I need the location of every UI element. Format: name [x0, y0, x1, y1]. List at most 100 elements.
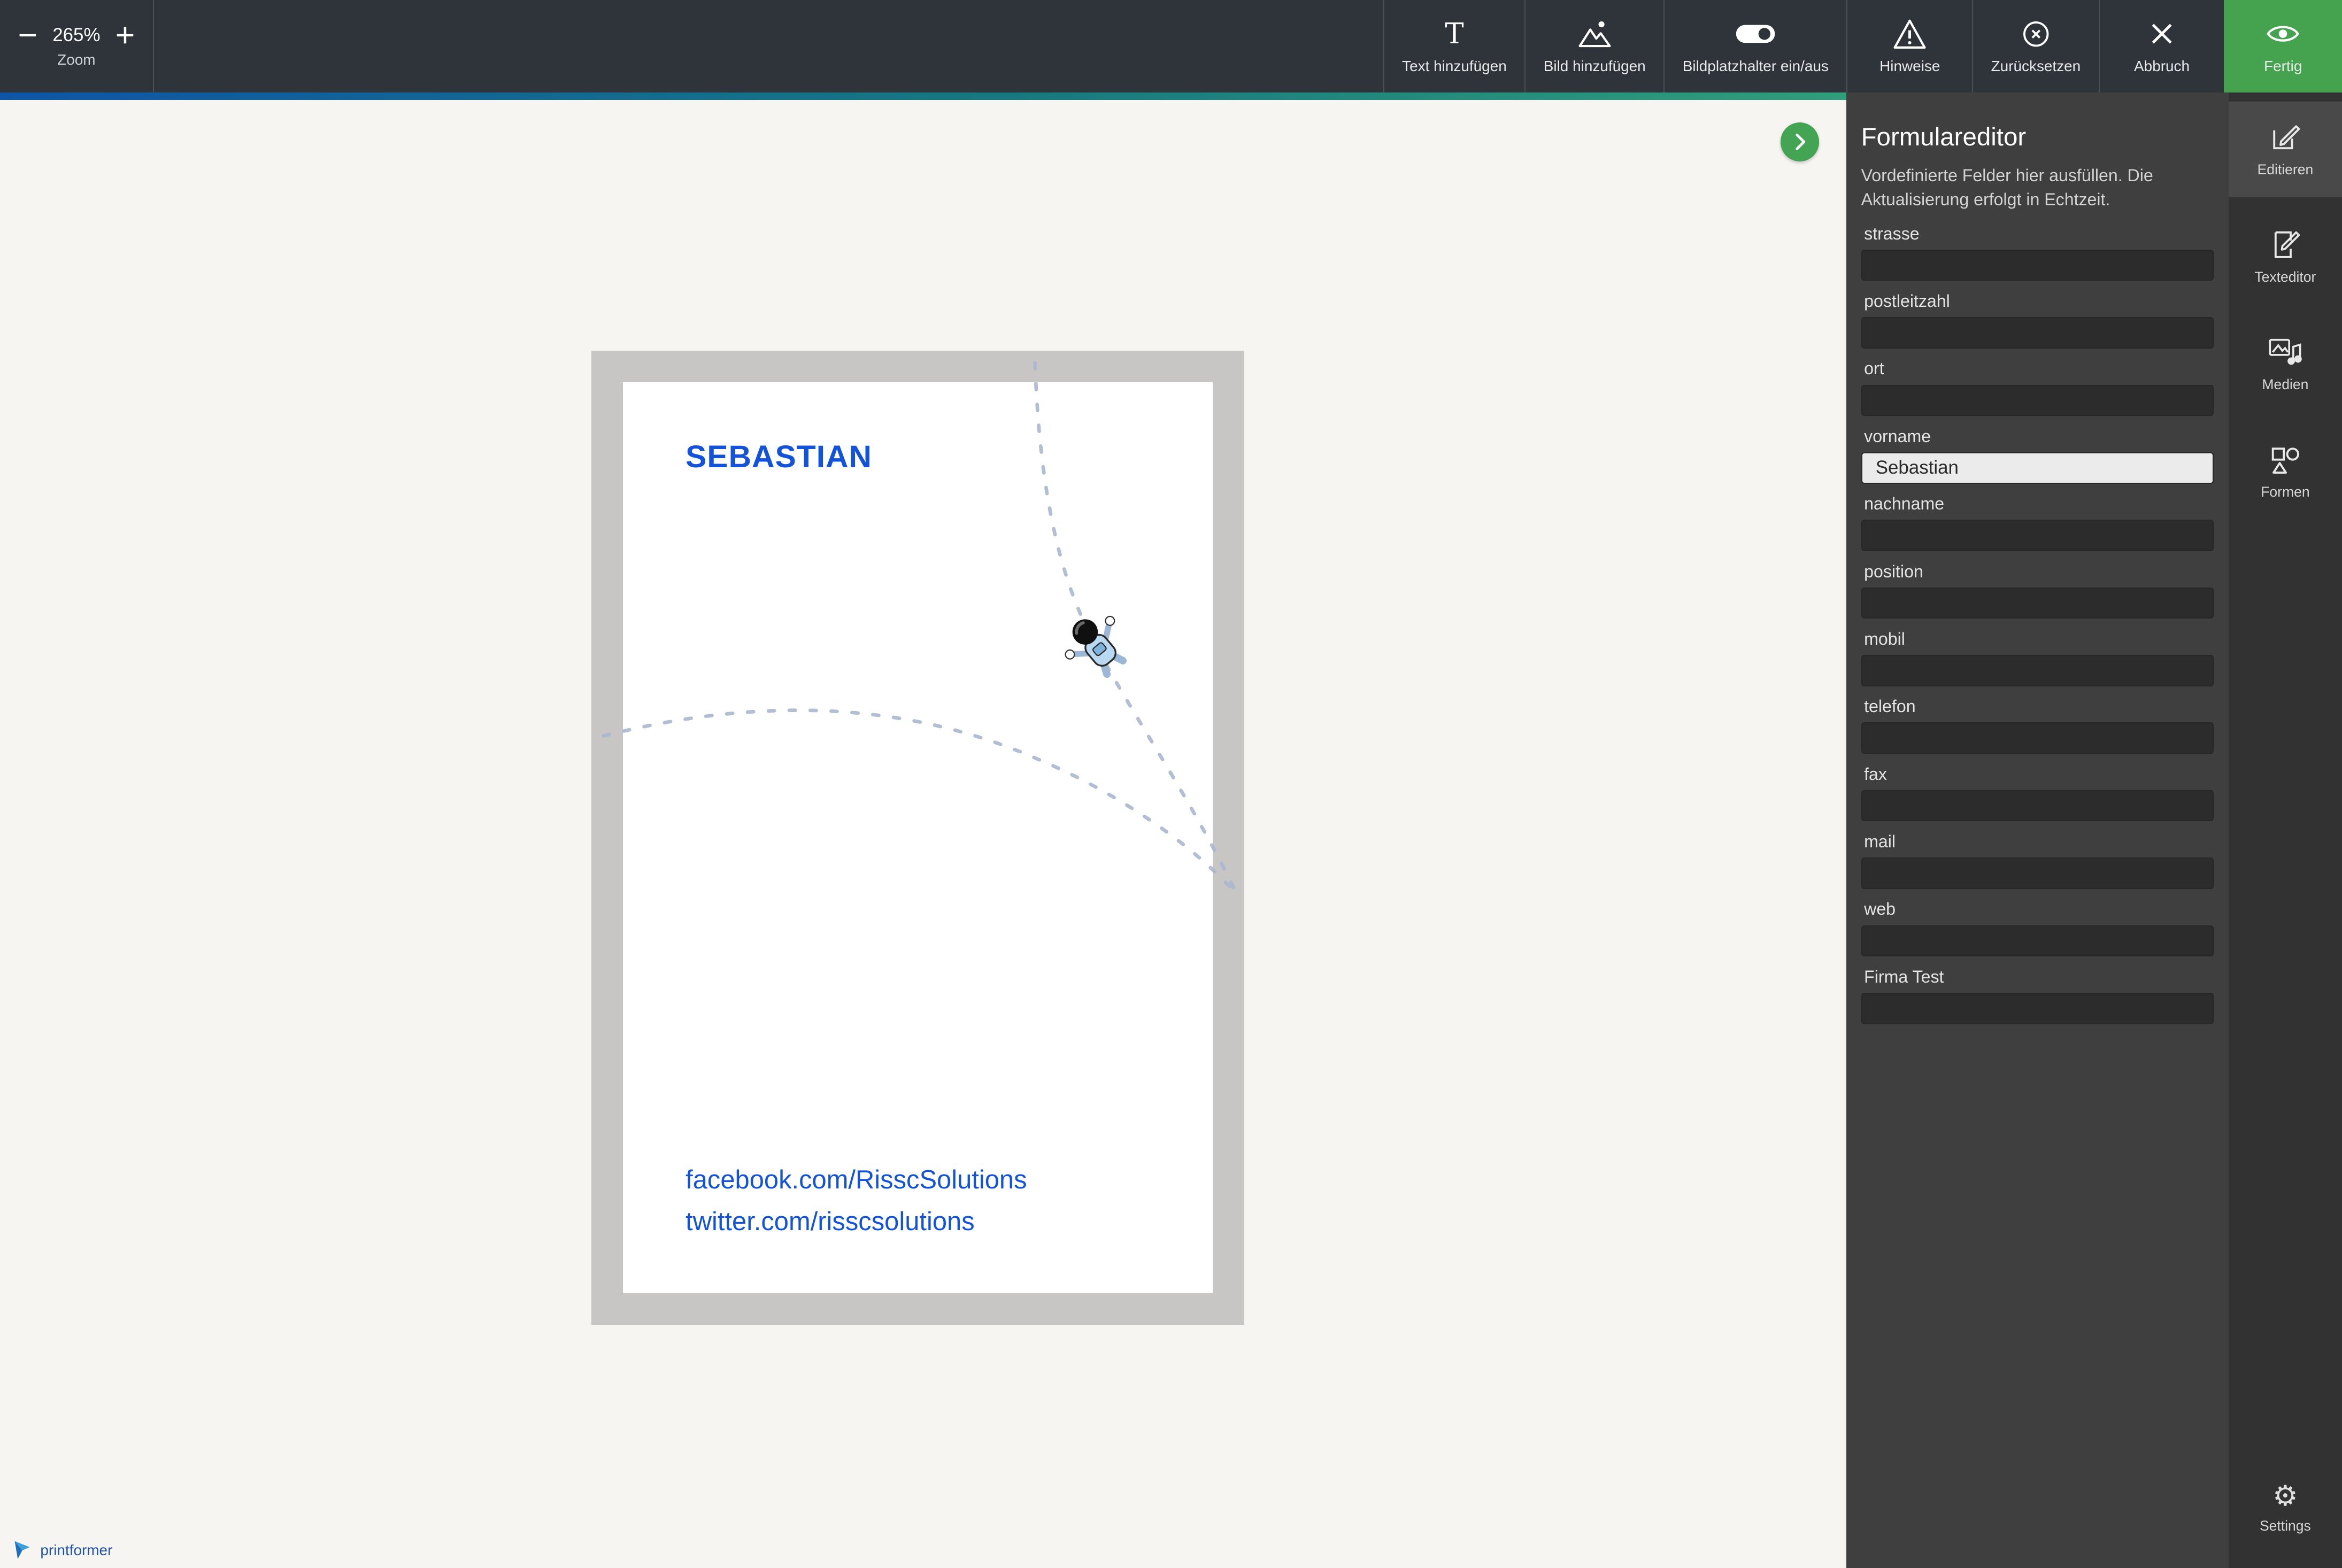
field-label: vorname	[1864, 426, 1931, 446]
business-card-bleed[interactable]: SEBASTIAN facebook.com/RisscSolutions tw…	[591, 351, 1244, 1325]
right-sidebar: Editieren Texteditor Medien Formen ⚙ Set…	[2228, 92, 2342, 1568]
add-image-button[interactable]: Bild hinzufügen	[1524, 0, 1663, 93]
card-social-links: facebook.com/RisscSolutions twitter.com/…	[685, 1159, 1027, 1242]
field-label: nachname	[1864, 494, 1945, 514]
field-input[interactable]	[1861, 722, 2214, 754]
zoom-controls: 265% Zoom	[0, 0, 154, 93]
text-icon: T	[1445, 17, 1464, 51]
field-label: Firma Test	[1864, 967, 1944, 986]
field-label: position	[1864, 561, 1923, 581]
printformer-logo[interactable]: printformer	[12, 1540, 112, 1561]
field-label: mail	[1864, 832, 1896, 852]
field-label: mobil	[1864, 629, 1905, 648]
abort-label: Abbruch	[2134, 58, 2190, 75]
business-card[interactable]: SEBASTIAN facebook.com/RisscSolutions tw…	[622, 382, 1213, 1294]
done-button[interactable]: Fertig	[2224, 0, 2342, 93]
field-label: ort	[1864, 359, 1884, 379]
media-icon	[2269, 339, 2302, 365]
placeholder-toggle-label: Bildplatzhalter ein/aus	[1682, 58, 1829, 75]
field-input[interactable]	[1861, 249, 2214, 281]
warning-triangle-icon	[1892, 18, 1928, 50]
top-toolbar: 265% Zoom T Text hinzufügen Bild hinzufü…	[0, 0, 2342, 93]
add-image-label: Bild hinzufügen	[1543, 58, 1646, 75]
chevron-right-icon	[1796, 133, 1805, 150]
app-root: 265% Zoom T Text hinzufügen Bild hinzufü…	[0, 0, 2342, 1568]
form-field: vorname	[1861, 427, 2214, 484]
add-text-button[interactable]: T Text hinzufügen	[1383, 0, 1525, 93]
field-label: strasse	[1864, 223, 1920, 243]
hints-label: Hinweise	[1879, 58, 1940, 75]
field-input[interactable]	[1861, 790, 2214, 822]
plus-icon	[117, 27, 133, 44]
zoom-in-button[interactable]	[114, 24, 136, 47]
placeholder-toggle-button[interactable]: Bildplatzhalter ein/aus	[1663, 0, 1846, 93]
panel-collapse-button[interactable]	[1780, 122, 1820, 161]
printformer-text: printformer	[40, 1541, 113, 1558]
card-facebook-text[interactable]: facebook.com/RisscSolutions	[685, 1159, 1027, 1201]
form-field: position	[1861, 562, 2214, 619]
design-canvas: SEBASTIAN facebook.com/RisscSolutions tw…	[0, 100, 1846, 1568]
form-fields: strasse postleitzahl ort vorname Sebasti…	[1861, 224, 2214, 1024]
field-input[interactable]	[1861, 587, 2214, 619]
edit-pencil-icon	[2273, 125, 2300, 150]
gear-icon: ⚙	[2272, 1480, 2298, 1512]
sidebar-item-texteditor[interactable]: Texteditor	[2229, 209, 2342, 305]
zoom-out-button[interactable]	[17, 24, 39, 47]
sidebar-item-label: Formen	[2261, 483, 2310, 500]
minus-icon	[19, 34, 36, 37]
printformer-icon	[14, 1541, 30, 1559]
field-input[interactable]	[1861, 992, 2214, 1024]
reset-button[interactable]: Zurücksetzen	[1972, 0, 2099, 93]
sidebar-item-medien[interactable]: Medien	[2229, 316, 2342, 412]
panel-subtitle: Vordefinierte Felder hier ausfüllen. Die…	[1861, 166, 2153, 210]
sidebar-item-label: Medien	[2262, 376, 2309, 392]
abort-button[interactable]: Abbruch	[2098, 0, 2224, 93]
hints-button[interactable]: Hinweise	[1846, 0, 1972, 93]
field-input[interactable]	[1861, 925, 2214, 957]
add-text-label: Text hinzufügen	[1402, 58, 1507, 75]
form-field: fax	[1861, 764, 2214, 822]
image-icon	[1577, 18, 1613, 50]
sidebar-item-formen[interactable]: Formen	[2229, 424, 2342, 520]
form-field: nachname	[1861, 494, 2214, 551]
x-icon	[2148, 18, 2175, 50]
done-label: Fertig	[2264, 58, 2302, 75]
settings-button[interactable]: ⚙ Settings	[2229, 1461, 2342, 1556]
reset-circle-icon	[2020, 18, 2052, 50]
field-input[interactable]	[1861, 520, 2214, 551]
shapes-icon	[2271, 447, 2300, 474]
form-field: telefon	[1861, 697, 2214, 754]
sidebar-item-label: Editieren	[2257, 161, 2314, 177]
zoom-value: 265%	[52, 25, 101, 46]
reset-label: Zurücksetzen	[1991, 58, 2081, 75]
field-label: web	[1864, 899, 1896, 919]
field-input[interactable]	[1861, 317, 2214, 349]
field-input[interactable]	[1861, 384, 2214, 416]
gradient-accent-bar	[0, 92, 1846, 101]
sidebar-item-editieren[interactable]: Editieren	[2228, 101, 2342, 197]
form-field: mail	[1861, 832, 2214, 889]
settings-label: Settings	[2259, 1518, 2311, 1534]
field-input[interactable]	[1861, 452, 2214, 484]
toggle-icon	[1735, 18, 1776, 50]
zoom-label: Zoom	[57, 51, 96, 68]
form-field: postleitzahl	[1861, 291, 2214, 349]
card-twitter-text[interactable]: twitter.com/risscsolutions	[685, 1201, 1027, 1242]
field-input[interactable]	[1861, 655, 2214, 686]
sidebar-item-label: Texteditor	[2254, 268, 2316, 285]
text-edit-icon	[2275, 231, 2300, 258]
form-field: ort	[1861, 359, 2214, 416]
field-input[interactable]	[1861, 858, 2214, 889]
card-firstname-text[interactable]: SEBASTIAN	[685, 439, 872, 475]
field-label: postleitzahl	[1864, 291, 1950, 311]
panel-title: Formulareditor	[1861, 123, 2027, 152]
form-field: Firma Test	[1861, 967, 2214, 1024]
eye-icon	[2265, 18, 2301, 50]
form-field: strasse	[1861, 224, 2214, 281]
field-label: telefon	[1864, 697, 1916, 716]
form-field: web	[1861, 899, 2214, 957]
form-editor-panel: Formulareditor Vordefinierte Felder hier…	[1846, 92, 2229, 1568]
form-field: mobil	[1861, 629, 2214, 686]
field-label: fax	[1864, 764, 1887, 784]
